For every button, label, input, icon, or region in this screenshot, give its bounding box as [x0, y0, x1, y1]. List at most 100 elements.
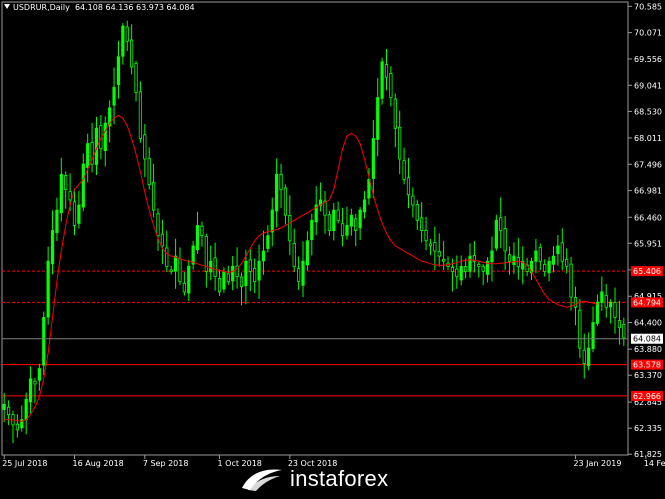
y-tick-label: 68.530: [634, 107, 662, 116]
y-tick-label: 70.585: [634, 2, 662, 11]
y-tick-label: 69.041: [634, 81, 662, 90]
candle-body: [358, 209, 362, 229]
y-tick-label: 69.556: [634, 55, 662, 64]
candle-body: [253, 268, 257, 283]
candle-body: [81, 163, 85, 208]
candle-body: [59, 173, 63, 214]
candle-body: [72, 201, 77, 226]
candle-body: [151, 181, 156, 211]
current-price-label: 64.084: [633, 335, 661, 344]
level-label: 62.966: [633, 392, 661, 401]
ohlc-values: 64.108 64.136 63.973 64.084: [74, 3, 195, 12]
candle-body: [187, 265, 191, 294]
candle-body: [494, 219, 498, 249]
y-tick-label: 63.880: [634, 345, 662, 354]
candle-body: [24, 398, 28, 421]
instaforex-logo: instaforex: [240, 466, 388, 492]
candle-body: [371, 138, 375, 179]
candle-body: [547, 260, 551, 274]
candle-body: [411, 195, 415, 206]
candle-body: [165, 247, 169, 267]
symbol-dropdown-icon[interactable]: [4, 4, 10, 9]
y-tick-label: 62.335: [634, 424, 662, 433]
candle-body: [499, 217, 503, 231]
candle-body: [415, 204, 419, 221]
candle-body: [6, 406, 11, 416]
candle-body: [244, 260, 248, 286]
candle-body: [573, 297, 578, 308]
candle-body: [261, 250, 266, 262]
candle-body: [130, 39, 134, 68]
candle-body: [600, 291, 604, 303]
candle-body: [297, 268, 301, 283]
symbol-timeframe: USDRUR,Daily: [13, 3, 70, 12]
y-tick-label: 67.496: [634, 160, 662, 169]
candle-body: [222, 271, 226, 290]
candle-body: [468, 255, 472, 272]
price-chart[interactable]: 70.585 70.071 69.556 69.041 68.530 68.011 67.4…: [0, 0, 665, 499]
level-label: 63.578: [633, 361, 661, 370]
candle-body: [288, 215, 292, 242]
candle-body: [327, 214, 331, 231]
candle-body: [191, 245, 195, 265]
candle-body: [301, 260, 305, 286]
candle-body: [50, 230, 55, 265]
candle-body: [37, 368, 41, 381]
candle-body: [543, 264, 547, 272]
candle-body: [622, 323, 626, 339]
candle-body: [103, 122, 107, 151]
x-tick-label: 14 Feb 2019: [644, 459, 665, 468]
candle-body: [534, 250, 538, 262]
candle-body: [160, 233, 165, 247]
candle-body: [178, 258, 182, 283]
candle-body: [437, 250, 441, 257]
candle-body: [490, 250, 494, 263]
candle-body: [442, 258, 446, 262]
candle-body: [266, 235, 270, 249]
candle-body: [156, 213, 160, 237]
candle-body: [591, 322, 595, 349]
candle-body: [275, 173, 279, 212]
candle-body: [116, 56, 121, 86]
candle-body: [380, 61, 384, 99]
candle-body: [112, 86, 116, 106]
candle-body: [595, 301, 600, 324]
candle-body: [481, 266, 485, 272]
candle-body: [433, 242, 437, 252]
instaforex-swoosh-logo: [242, 469, 282, 491]
candle-body: [551, 255, 556, 265]
candle-body: [143, 134, 147, 160]
candle-body: [182, 282, 186, 293]
x-tick-label: 25 Jul 2018: [2, 459, 47, 468]
candle-body: [147, 157, 151, 185]
y-tick-label: 68.011: [634, 134, 662, 143]
candle-body: [209, 260, 213, 273]
candle-body: [384, 64, 389, 78]
candle-body: [283, 187, 288, 216]
candle-body: [613, 302, 617, 318]
candle-body: [516, 257, 520, 267]
x-tick-label: 16 Aug 2018: [73, 459, 124, 468]
candle-body: [477, 263, 481, 267]
y-tick-label: 64.400: [634, 319, 662, 328]
candle-body: [248, 259, 252, 272]
candle-body: [398, 126, 402, 160]
candle-body: [195, 225, 200, 251]
candle-body: [169, 269, 173, 272]
candle-body: [582, 349, 586, 364]
candle-body: [231, 265, 235, 282]
candle-body: [507, 254, 512, 262]
x-tick-label: 23 Jan 2019: [573, 459, 621, 468]
level-label: 64.794: [633, 298, 661, 307]
candle-body: [389, 73, 393, 99]
candle-body: [270, 209, 274, 233]
candle-body: [305, 240, 310, 266]
candle-body: [138, 91, 143, 139]
y-tick-label: 65.951: [634, 239, 662, 248]
candle-body: [217, 277, 222, 293]
candle-body: [64, 175, 68, 191]
y-tick-label: 70.071: [634, 29, 662, 38]
candle-body: [604, 295, 608, 308]
candle-body: [560, 242, 564, 262]
candle-body: [42, 317, 46, 366]
